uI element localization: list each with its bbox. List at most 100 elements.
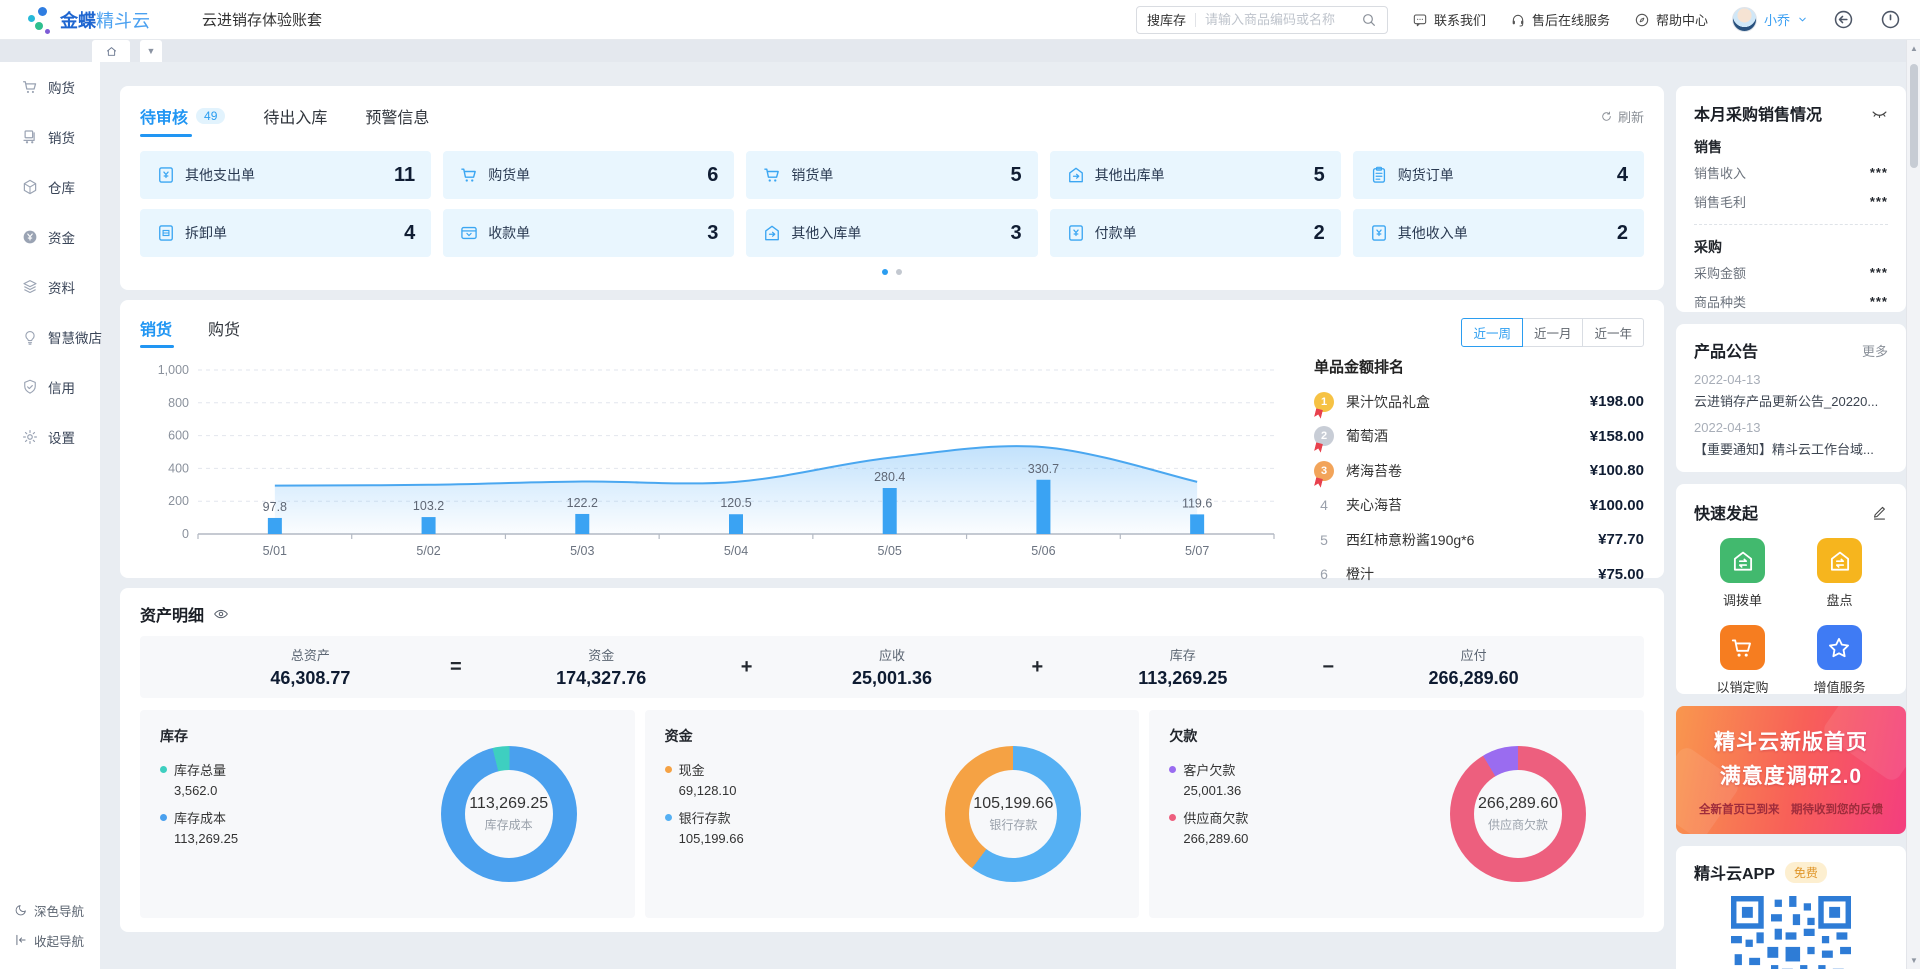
tab-purchase-trend[interactable]: 购货: [208, 316, 240, 348]
quick-action-buy-to-sell[interactable]: 以销定购: [1716, 625, 1768, 696]
sidebar-item-funds[interactable]: 资金: [0, 212, 100, 262]
ranking-item-name: 橙汁: [1346, 564, 1588, 584]
tab-warning-info[interactable]: 预警信息: [365, 104, 429, 137]
eye-closed-icon[interactable]: [1871, 105, 1888, 122]
todo-card-purchase-request[interactable]: 购货订单4: [1353, 151, 1644, 199]
svg-text:5/02: 5/02: [416, 544, 440, 558]
edit-pencil-icon[interactable]: [1871, 504, 1888, 521]
legend-value: 25,001.36: [1183, 783, 1359, 798]
quick-action-label: 以销定购: [1716, 677, 1768, 696]
inventory-search[interactable]: 搜库存: [1136, 6, 1388, 34]
receivable-group: 应收25,001.36: [762, 645, 1023, 689]
svg-text:5/03: 5/03: [570, 544, 594, 558]
todo-card-count: 2: [1617, 222, 1628, 245]
user-menu[interactable]: 小乔: [1732, 7, 1808, 32]
quick-action-stocktake[interactable]: 盘点: [1817, 538, 1862, 609]
svg-text:5/01: 5/01: [263, 544, 287, 558]
tab-pending-in-out[interactable]: 待出入库: [263, 104, 327, 137]
sidebar-item-credit[interactable]: 信用: [0, 362, 100, 412]
star-tile[interactable]: [1817, 625, 1862, 670]
legend-value: 69,128.10: [679, 783, 855, 798]
todo-card-payment[interactable]: 付款单2: [1050, 209, 1341, 257]
carousel-dot[interactable]: [896, 269, 902, 275]
tab-list-dropdown[interactable]: ▼: [140, 40, 162, 62]
sidebar-item-settings[interactable]: 设置: [0, 412, 100, 462]
formula-label: 应付: [1343, 645, 1604, 664]
todo-card-purchase-order[interactable]: 购货单6: [443, 151, 734, 199]
range-month-button[interactable]: 近一月: [1522, 318, 1584, 347]
tab-sales-trend[interactable]: 销货: [140, 316, 172, 348]
house-swap-icon: [1827, 548, 1853, 574]
more-link[interactable]: 更多: [1862, 341, 1888, 360]
avatar[interactable]: [1732, 7, 1757, 32]
cart-tile[interactable]: [1720, 625, 1765, 670]
collapse-nav-toggle[interactable]: 收起导航: [0, 925, 100, 955]
todo-card-other-outbound[interactable]: 其他出库单5: [1050, 151, 1341, 199]
stocktake-tile[interactable]: [1817, 538, 1862, 583]
todo-card-count: 2: [1314, 222, 1325, 245]
kv-row: 销售收入***: [1694, 159, 1888, 186]
quick-action-transfer[interactable]: 调拨单: [1720, 538, 1765, 609]
todo-card-other-income[interactable]: 其他收入单2: [1353, 209, 1644, 257]
search-divider: [1195, 13, 1196, 27]
cart-icon: [1729, 635, 1755, 661]
inventory-donut-card: 库存 库存总量3,562.0 库存成本113,269.25 113,269.25…: [140, 710, 635, 918]
todo-card-disassembly[interactable]: 拆卸单4: [140, 209, 431, 257]
formula-value: 113,269.25: [1052, 668, 1313, 689]
transfer-tile[interactable]: [1720, 538, 1765, 583]
kv-row: 采购金额***: [1694, 259, 1888, 286]
dark-nav-toggle[interactable]: 深色导航: [0, 895, 100, 925]
search-scope-label[interactable]: 搜库存: [1147, 10, 1186, 29]
help-center-link[interactable]: 帮助中心: [1634, 10, 1708, 29]
legend-label: 库存成本: [174, 808, 226, 827]
quick-action-value-added[interactable]: 增值服务: [1813, 625, 1865, 696]
rank-number: 6: [1314, 566, 1334, 582]
ranking-row: 5西红柿意粉酱190g*6¥77.70: [1314, 530, 1644, 550]
sidebar-item-purchase[interactable]: 购货: [0, 62, 100, 112]
sidebar-item-warehouse[interactable]: 仓库: [0, 162, 100, 212]
ranking-item-value: ¥75.00: [1598, 566, 1644, 583]
todo-card-other-expense[interactable]: 其他支出单11: [140, 151, 431, 199]
range-week-button[interactable]: 近一周: [1461, 318, 1523, 347]
sidebar-item-smart-shop[interactable]: 智慧微店: [0, 312, 100, 362]
formula-value: 266,289.60: [1343, 668, 1604, 689]
sidebar-item-master-data[interactable]: 资料: [0, 262, 100, 312]
after-sales-service-link[interactable]: 售后在线服务: [1510, 10, 1610, 29]
visibility-toggle-eye-icon[interactable]: [213, 606, 229, 622]
survey-banner[interactable]: 精斗云新版首页 满意度调研2.0 全新首页已到来 期待收到您的反馈: [1676, 706, 1906, 834]
range-year-button[interactable]: 近一年: [1582, 318, 1644, 347]
month-summary-title: 本月采购销售情况: [1694, 101, 1822, 125]
doc-box-icon: [156, 223, 176, 243]
tab-pending-approval[interactable]: 待审核49: [140, 104, 225, 137]
delivery-icon: [21, 128, 39, 146]
legend-label: 客户欠款: [1183, 760, 1235, 779]
sidebar-item-sales[interactable]: 销货: [0, 112, 100, 162]
page-scrollbar[interactable]: ▲ ▼: [1906, 40, 1920, 969]
funds-donut-card: 资金 现金69,128.10 银行存款105,199.66 105,199.66…: [645, 710, 1140, 918]
logout-button[interactable]: [1879, 8, 1902, 31]
todo-card-receipt[interactable]: 收款单3: [443, 209, 734, 257]
yen-circle-icon: [21, 228, 39, 246]
contact-us-link[interactable]: 联系我们: [1412, 10, 1486, 29]
free-badge: 免费: [1785, 862, 1827, 883]
todo-card-label: 其他支出单: [185, 165, 255, 185]
search-input[interactable]: [1205, 12, 1361, 27]
announcement-link[interactable]: 云进销存产品更新公告_20220...: [1694, 391, 1888, 410]
tab-home[interactable]: [92, 40, 130, 62]
scrollbar-thumb[interactable]: [1910, 64, 1918, 168]
funds-group: 资金174,327.76: [471, 645, 732, 689]
quick-action-label: 增值服务: [1813, 677, 1865, 696]
announcement-link[interactable]: 【重要通知】精斗云工作台域...: [1694, 439, 1888, 458]
shield-icon: [21, 378, 39, 396]
refresh-button[interactable]: 刷新: [1600, 107, 1644, 135]
back-button[interactable]: [1832, 8, 1855, 31]
todo-card-other-inbound[interactable]: 其他入库单3: [746, 209, 1037, 257]
quick-action-label: 调拨单: [1723, 590, 1762, 609]
scroll-down-arrow-icon[interactable]: ▼: [1907, 956, 1920, 965]
scroll-up-arrow-icon[interactable]: ▲: [1907, 44, 1920, 53]
todo-card-sales-order[interactable]: 销货单5: [746, 151, 1037, 199]
search-icon[interactable]: [1361, 12, 1377, 28]
collapse-nav-label: 收起导航: [34, 931, 84, 950]
carousel-dot[interactable]: [882, 269, 888, 275]
user-name[interactable]: 小乔: [1764, 10, 1790, 29]
